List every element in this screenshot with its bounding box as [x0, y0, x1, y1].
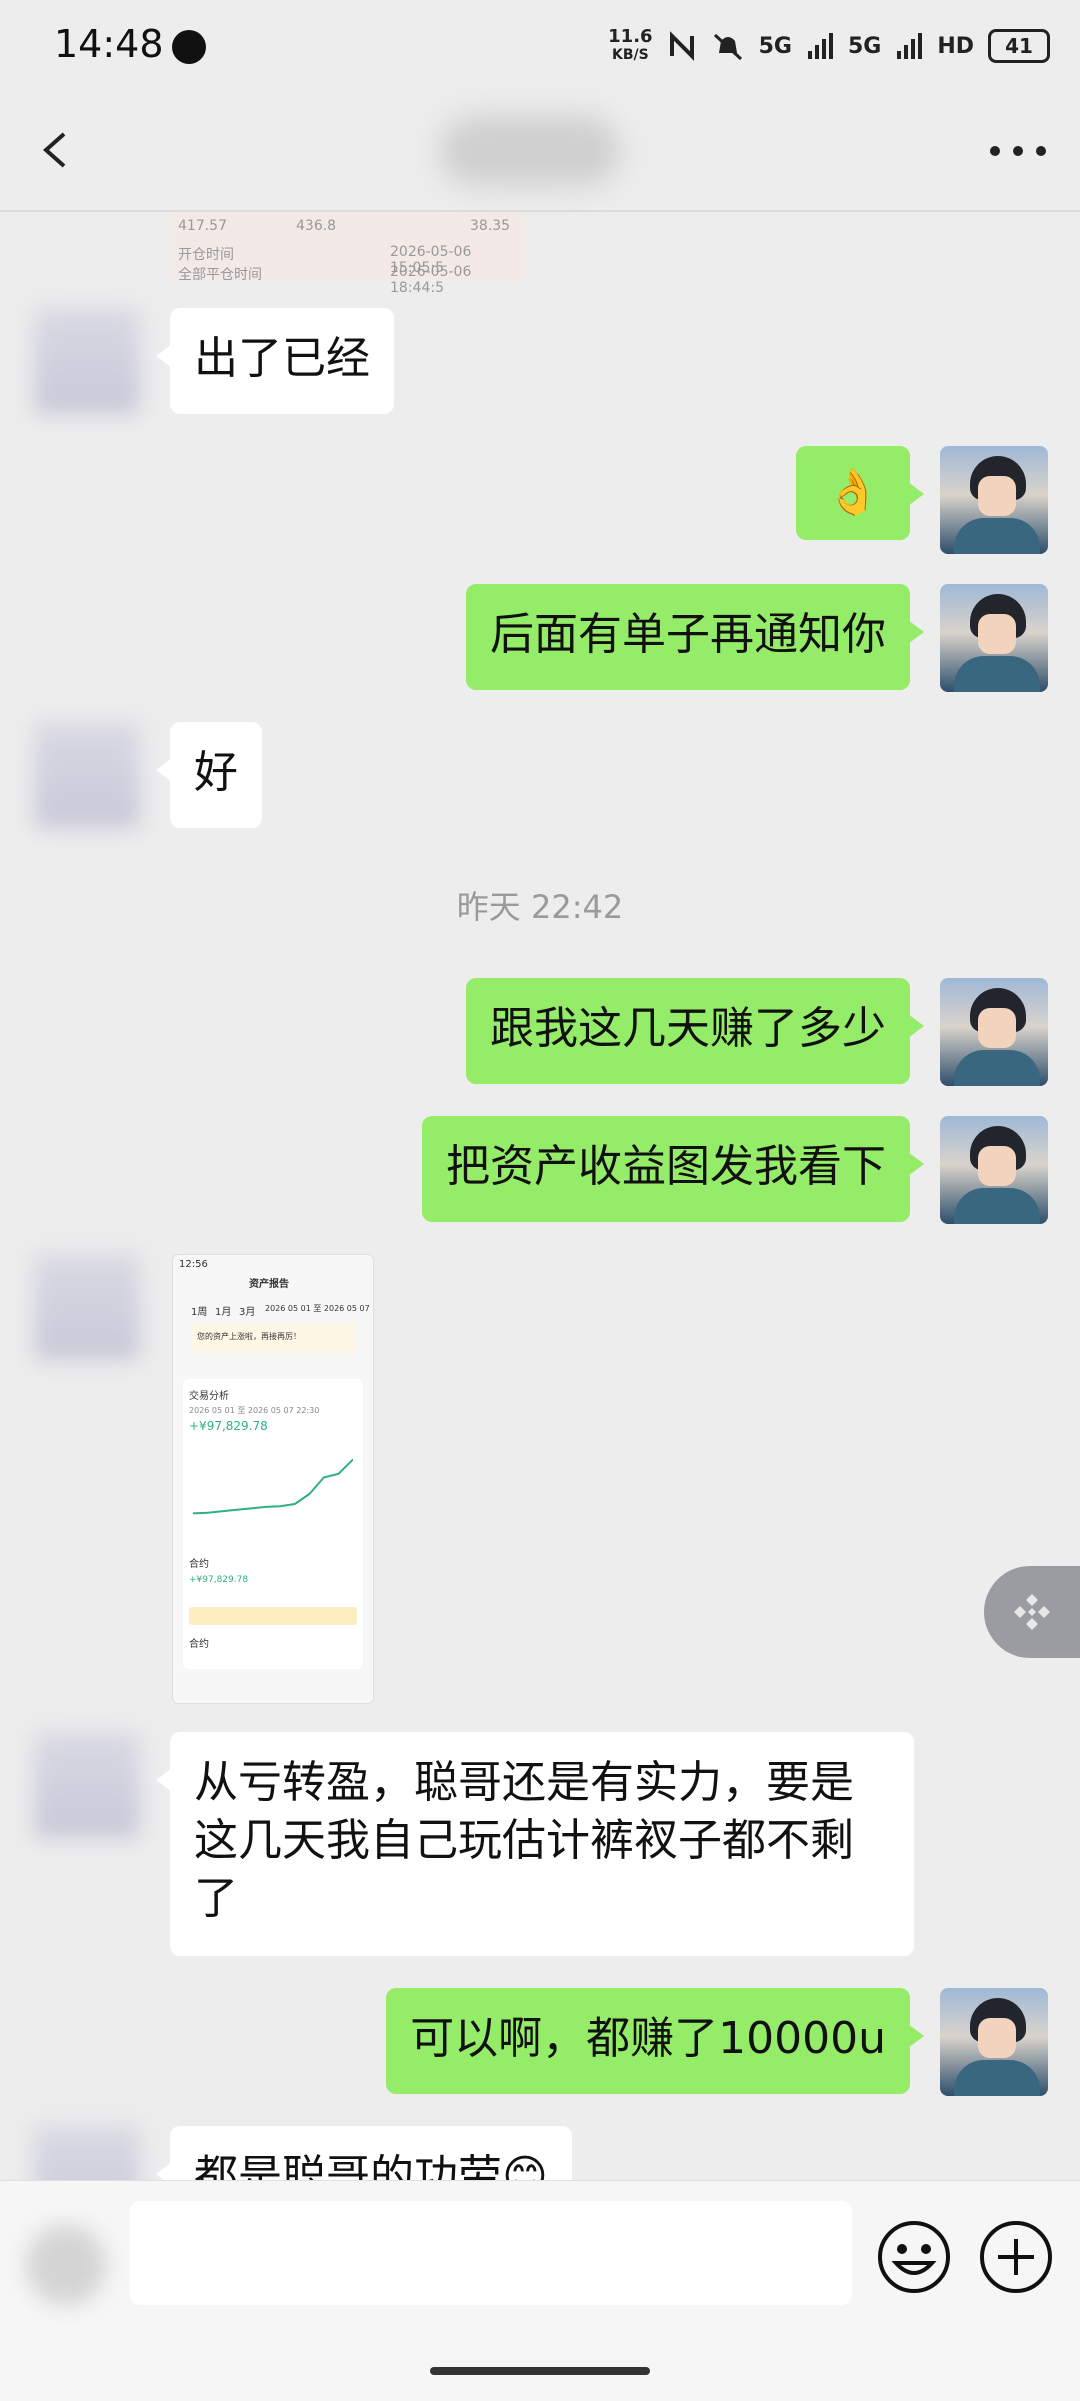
- signal-icon: [807, 33, 833, 59]
- shot-pnl-chart: [193, 1458, 353, 1515]
- avatar[interactable]: [940, 978, 1048, 1086]
- image-message-asset-report[interactable]: 12:56 资产报告 1周 1月 3月 2026 05 01 至 2026 05…: [172, 1254, 374, 1704]
- shot-notice-bar: [189, 1607, 357, 1625]
- shot-card: 交易分析 2026 05 01 至 2026 05 07 22:30 +¥97,…: [183, 1379, 363, 1669]
- more-dots-icon[interactable]: [990, 144, 1046, 158]
- chat-header: [0, 92, 1080, 212]
- shot-status-time: 12:56: [179, 1259, 208, 1270]
- message-input[interactable]: [130, 2201, 852, 2305]
- home-indicator: [430, 2367, 650, 2375]
- shot-date-range: 2026 05 01 至 2026 05 07: [265, 1304, 370, 1313]
- message-bubble-outgoing[interactable]: 跟我这几天赚了多少: [466, 978, 924, 1084]
- avatar[interactable]: [34, 722, 140, 828]
- avatar[interactable]: [34, 2126, 140, 2180]
- shot-tab: 1月: [215, 1307, 232, 1318]
- preview-text: 417.57: [178, 218, 227, 234]
- shot-section-title: 交易分析: [189, 1391, 229, 1402]
- chat-title-blurred: [440, 116, 620, 186]
- timestamp: 昨天 22:42: [456, 888, 624, 926]
- shot-title: 资产报告: [249, 1279, 289, 1290]
- preview-text: 2026-05-06 18:44:5: [390, 264, 472, 296]
- shot-tab: 3月: [239, 1307, 256, 1318]
- avatar[interactable]: [940, 1116, 1048, 1224]
- avatar[interactable]: [34, 308, 140, 414]
- message-bubble-incoming[interactable]: 都是聪哥的功劳😊: [156, 2126, 572, 2180]
- avatar[interactable]: [34, 1732, 140, 1838]
- chat-message-list[interactable]: 417.57 436.8 38.35 开仓时间 2026-05-06 15:05…: [0, 212, 1080, 2180]
- message-bubble-incoming[interactable]: 好: [156, 722, 262, 828]
- message-bubble-incoming[interactable]: 从亏转盈，聪哥还是有实力，要是这几天我自己玩估计裤衩子都不剩了: [156, 1732, 914, 1956]
- plus-icon[interactable]: [978, 2219, 1054, 2295]
- signal-label-1: 5G: [758, 33, 792, 59]
- input-bar: [0, 2180, 1080, 2401]
- shot-tab: 1周: [191, 1307, 208, 1318]
- status-bar: 14:48 11.6 KB/S 5G 5G HD 41: [0, 0, 1080, 92]
- avatar[interactable]: [940, 1988, 1048, 2096]
- floating-widget-button[interactable]: [984, 1566, 1080, 1658]
- preview-text: 38.35: [470, 218, 511, 234]
- emoji-icon[interactable]: [876, 2219, 952, 2295]
- preview-text: 开仓时间: [178, 247, 234, 263]
- nfc-icon: [669, 31, 694, 61]
- shot-contract-label: 合约: [189, 1559, 209, 1570]
- message-bubble-outgoing[interactable]: 把资产收益图发我看下: [422, 1116, 924, 1222]
- shot-sub-range: 2026 05 01 至 2026 05 07 22:30: [189, 1406, 320, 1415]
- shot-banner: 您的资产上涨啦，再接再厉！: [191, 1323, 355, 1353]
- preview-text: 436.8: [296, 218, 337, 234]
- mute-vibrate-icon: [713, 33, 742, 61]
- battery-icon: 41: [988, 29, 1050, 63]
- net-speed-value: 11.6: [608, 26, 653, 47]
- message-bubble-outgoing[interactable]: 后面有单子再通知你: [466, 584, 924, 690]
- signal-icon: [897, 33, 923, 59]
- net-speed-unit: KB/S: [611, 47, 649, 63]
- shot-contract-value: +¥97,829.78: [189, 1575, 249, 1585]
- message-bubble-outgoing[interactable]: 可以啊，都赚了10000u: [386, 1988, 924, 2094]
- status-icons: 11.6 KB/S 5G 5G HD 41: [608, 24, 1050, 68]
- message-bubble-incoming[interactable]: 出了已经: [156, 308, 394, 414]
- hd-label: HD: [937, 33, 974, 59]
- avatar[interactable]: [940, 446, 1048, 554]
- status-time: 14:48: [54, 22, 164, 66]
- message-bubble-outgoing[interactable]: 👌: [796, 446, 924, 540]
- signal-label-2: 5G: [847, 33, 882, 59]
- shot-bottom-label: 合约: [189, 1639, 209, 1650]
- voice-toggle-icon[interactable]: [26, 2225, 106, 2305]
- avatar[interactable]: [940, 584, 1048, 692]
- avatar[interactable]: [34, 1254, 140, 1360]
- pnl-curve-line: [193, 1458, 353, 1515]
- notification-dot-icon: [172, 30, 206, 64]
- shot-banner-text: 您的资产上涨啦，再接再厉！: [197, 1332, 301, 1341]
- shot-total-pnl: +¥97,829.78: [189, 1419, 268, 1433]
- back-arrow-icon[interactable]: [36, 130, 76, 170]
- image-message-preview[interactable]: 417.57 436.8 38.35 开仓时间 2026-05-06 15:05…: [170, 212, 526, 296]
- net-speed: 11.6 KB/S: [608, 28, 652, 64]
- preview-text: 全部平仓时间: [178, 267, 262, 283]
- binance-logo-icon: [1014, 1594, 1050, 1630]
